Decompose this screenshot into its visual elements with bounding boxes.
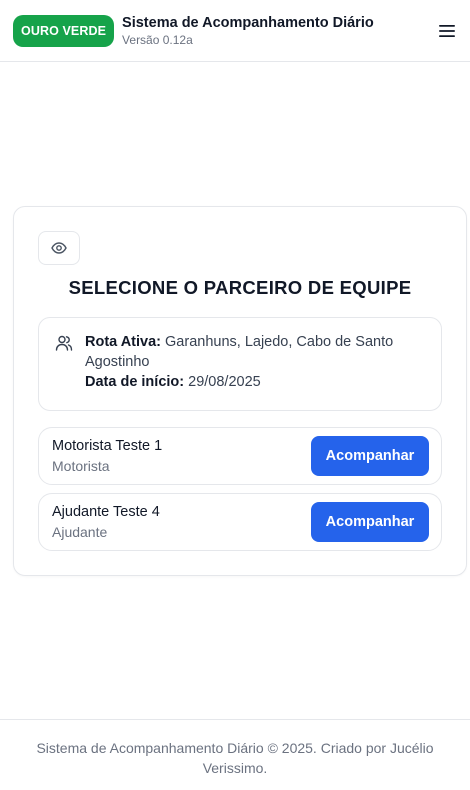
team-member-name: Motorista Teste 1 [52,438,163,454]
eye-icon [51,242,67,254]
follow-member-button[interactable]: Acompanhar [311,502,429,542]
app-page: OURO VERDE Sistema de Acompanhamento Diá… [0,0,470,790]
start-date-value: 29/08/2025 [188,374,261,390]
team-member-role: Motorista [52,458,110,474]
start-date-label: Data de início: [85,374,185,390]
active-route-line: Rota Ativa: Garanhuns, Lajedo, Cabo de S… [85,332,425,372]
follow-member-button[interactable]: Acompanhar [311,436,429,476]
menu-button[interactable] [436,20,458,42]
team-member-item: Motorista Teste 1 Motorista Acompanhar [38,427,442,485]
team-member-info: Motorista Teste 1 Motorista [52,436,162,476]
active-route-panel: Rota Ativa: Garanhuns, Lajedo, Cabo de S… [38,317,442,411]
card-title: SELECIONE O PARCEIRO DE EQUIPE [68,277,412,298]
team-member-info: Ajudante Teste 4 Ajudante [52,502,160,542]
app-footer: Sistema de Acompanhamento Diário © 2025.… [0,719,470,790]
app-header: OURO VERDE Sistema de Acompanhamento Diá… [0,0,470,62]
team-member-name: Ajudante Teste 4 [52,504,160,520]
app-title-block: Sistema de Acompanhamento Diário Versão … [122,14,374,48]
brand-badge: OURO VERDE [13,14,115,47]
active-route-label: Rota Ativa: [85,334,161,350]
visibility-toggle-button[interactable] [38,231,80,265]
team-partner-card: SELECIONE O PARCEIRO DE EQUIPE Rota Ativ… [13,206,467,576]
team-member-role: Ajudante [52,524,108,540]
start-date-line: Data de início: 29/08/2025 [85,372,425,392]
users-icon [55,335,73,351]
route-details: Rota Ativa: Garanhuns, Lajedo, Cabo de S… [85,332,425,410]
hamburger-menu-icon [439,24,455,37]
team-member-item: Ajudante Teste 4 Ajudante Acompanhar [38,493,442,551]
app-title: Sistema de Acompanhamento Diário [122,14,374,31]
app-version: Versão 0.12a [122,32,193,47]
footer-text: Sistema de Acompanhamento Diário © 2025.… [36,740,434,776]
